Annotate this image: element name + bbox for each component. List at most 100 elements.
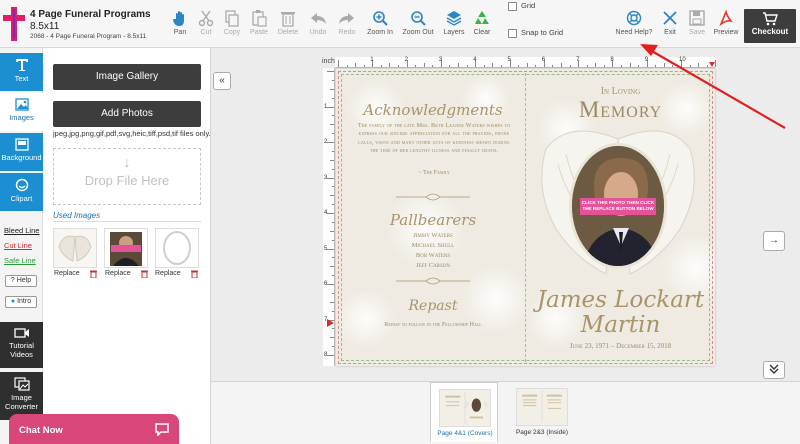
ruler-number: 1 [370, 57, 374, 63]
expand-pages-button[interactable] [763, 361, 785, 379]
collapse-panel-button[interactable]: « [213, 72, 231, 90]
repast-heading[interactable]: Repast [348, 298, 518, 314]
used-image-thumb-wings[interactable] [53, 228, 97, 268]
ruler-edge-marker [709, 62, 715, 67]
pallbearer-name[interactable]: Jimmy Waters [348, 232, 518, 239]
image-converter-tab[interactable]: Image Converter [0, 372, 43, 420]
snap-checkbox[interactable] [508, 28, 517, 38]
top-toolbar: 4 Page Funeral Programs 8.5x11 2068 - 4 … [0, 0, 800, 48]
ruler-tick [363, 65, 365, 67]
ruler-number: 7 [576, 57, 580, 63]
delete-image-icon[interactable] [141, 270, 148, 278]
ruler-tick [332, 346, 334, 348]
ruler-number: 6 [324, 281, 328, 287]
image-icon [14, 98, 29, 111]
converter-icon [13, 377, 30, 391]
zoom-out-button[interactable]: Zoom Out [402, 10, 434, 44]
need-help-button[interactable]: Need Help? [614, 10, 654, 44]
memory-text[interactable]: Memory [526, 97, 715, 123]
delete-image-icon[interactable] [90, 270, 97, 278]
background-icon [14, 138, 29, 151]
preview-button[interactable]: Preview [710, 10, 742, 44]
ruler-number: 9 [644, 57, 649, 63]
ruler-tick [552, 65, 554, 67]
pdf-icon [719, 10, 733, 27]
ruler-tick [332, 150, 334, 152]
ruler-number: 3 [324, 174, 328, 181]
delete-image-icon[interactable] [191, 270, 198, 278]
ruler-number: 6 [541, 57, 546, 63]
page-card-label: Page 4&1 (Covers) [437, 430, 493, 437]
add-photos-button[interactable]: Add Photos [53, 101, 201, 127]
ruler-tick [332, 257, 334, 259]
ruler-tick [327, 142, 334, 143]
checkout-button[interactable]: Checkout [744, 9, 796, 43]
cut-line-toggle[interactable]: Cut Line [4, 241, 32, 250]
left-nav: Text Images Background Clipart Bleed Lin… [0, 48, 43, 444]
background-tab[interactable]: Background [0, 133, 43, 171]
ruler-tick [327, 71, 334, 72]
ruler-tick [327, 355, 334, 356]
help-button[interactable]: ? Help [5, 275, 37, 287]
undo-button[interactable]: Undo [302, 10, 334, 44]
redo-label: Redo [338, 29, 356, 36]
ruler-tick [629, 63, 631, 67]
text-tab[interactable]: Text [0, 53, 43, 91]
ruler-tick [466, 65, 468, 67]
file-types-note: jpeg,jpg,png,gif,pdf,svg,heic,tiff,psd,t… [53, 129, 211, 138]
safe-line-toggle[interactable]: Safe Line [4, 256, 36, 265]
grid-toggle[interactable]: Grid [508, 1, 535, 11]
ruler-tick [330, 124, 334, 126]
redo-button[interactable]: Redo [331, 10, 363, 44]
intro-button[interactable]: ● Intro [5, 296, 37, 308]
used-image-thumb-portrait[interactable] [104, 228, 148, 268]
page-card-covers[interactable]: Page 4&1 (Covers) [430, 382, 498, 442]
deceased-last-name[interactable]: Martin [526, 312, 715, 338]
image-gallery-button[interactable]: Image Gallery [53, 64, 201, 90]
bleed-line-toggle[interactable]: Bleed Line [4, 226, 39, 235]
delete-button[interactable]: Delete [272, 10, 304, 44]
tutorial-videos-tab[interactable]: Tutorial Videos [0, 322, 43, 368]
repast-text[interactable]: Repast to follow in the Fellowship Hall [348, 321, 518, 328]
life-dates[interactable]: June 23, 1971 – December 15, 2018 [526, 342, 715, 350]
deceased-first-name[interactable]: James Lockart [526, 287, 715, 313]
acknowledgments-text[interactable]: The family of the late Mrs. Beth Leanne … [354, 122, 514, 156]
used-image-thumb-oval[interactable] [155, 228, 199, 268]
ruler-tick [327, 213, 334, 214]
acknowledgments-signature[interactable]: ~ The Family [354, 169, 514, 176]
next-page-arrow[interactable]: → [763, 231, 785, 251]
grid-label: Grid [521, 1, 536, 10]
drop-zone-label: Drop File Here [84, 173, 170, 188]
ruler-tick [586, 65, 588, 67]
pallbearer-name[interactable]: Jeff Carson [348, 262, 518, 269]
clipart-tab[interactable]: Clipart [0, 173, 43, 211]
page-selector-strip: Page 4&1 (Covers) Page 2&3 (Inside) [211, 381, 800, 444]
zoom-in-button[interactable]: Zoom In [364, 10, 396, 44]
paste-button[interactable]: Paste [243, 10, 275, 44]
ruler-tick [415, 65, 417, 67]
snap-to-grid-toggle[interactable]: Snap to Grid [508, 28, 563, 38]
down-arrow-icon: ↓ [123, 154, 131, 170]
grid-checkbox[interactable] [508, 1, 517, 11]
images-tab[interactable]: Images [0, 93, 43, 131]
drop-zone[interactable]: ↓ Drop File Here [53, 148, 201, 205]
ruler-tick [327, 284, 334, 285]
clear-button[interactable]: Clear [466, 10, 498, 44]
image-converter-label: Image Converter [5, 393, 38, 411]
save-button[interactable]: Save [681, 10, 713, 44]
replace-link[interactable]: Replace [105, 270, 131, 277]
chat-now-button[interactable]: Chat Now [9, 414, 179, 444]
paste-icon [252, 10, 267, 27]
pallbearer-name[interactable]: Michael Shull [348, 242, 518, 249]
ruler-tick [330, 301, 334, 303]
pallbearers-heading[interactable]: Pallbearers [348, 211, 518, 229]
replace-link[interactable]: Replace [54, 270, 80, 277]
replace-link[interactable]: Replace [155, 270, 181, 277]
checkout-label: Checkout [751, 27, 789, 36]
acknowledgments-heading[interactable]: Acknowledgments [348, 101, 518, 119]
in-loving-text[interactable]: In Loving [526, 86, 715, 97]
ruler-tick [689, 65, 691, 67]
page-card-inside[interactable]: Page 2&3 (Inside) [508, 382, 576, 442]
replace-photo-hint[interactable]: CLICK THIS PHOTO THEN CLICK THE REPLACE … [580, 198, 656, 215]
pallbearer-name[interactable]: Bob Waters [348, 252, 518, 259]
